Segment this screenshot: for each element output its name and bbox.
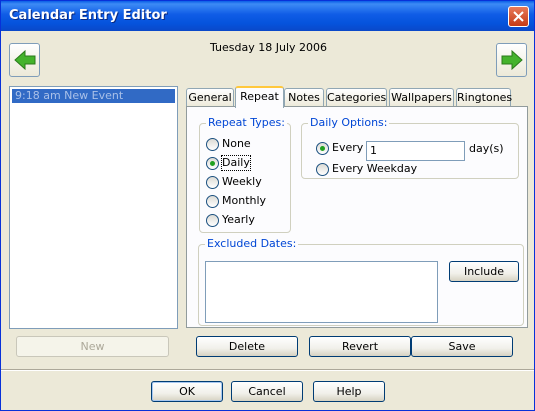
close-button[interactable]	[508, 6, 529, 27]
tab-categories[interactable]: Categories	[326, 88, 387, 107]
radio-none-label: None	[222, 137, 251, 150]
excluded-dates-list[interactable]	[205, 261, 438, 323]
radio-weekly-label: Weekly	[222, 175, 262, 188]
new-button[interactable]: New	[16, 336, 169, 357]
daily-options-group: Daily Options: Every 1 day(s) Every Week…	[301, 116, 519, 179]
tab-general[interactable]: General	[186, 88, 234, 107]
radio-yearly-label: Yearly	[222, 213, 255, 226]
tab-ringtones[interactable]: Ringtones	[456, 88, 512, 107]
help-button[interactable]: Help	[313, 381, 385, 402]
calendar-entry-editor-window: Calendar Entry Editor Tuesday 18 July 20…	[0, 0, 535, 411]
radio-yearly-circle	[206, 214, 219, 227]
radio-selected-dot	[210, 161, 215, 166]
daily-options-title: Daily Options:	[308, 116, 390, 129]
close-icon	[513, 11, 524, 22]
arrow-right-icon	[501, 49, 523, 71]
radio-none-circle	[206, 138, 219, 151]
title-bar[interactable]: Calendar Entry Editor	[1, 1, 534, 31]
list-item[interactable]: 9:18 am New Event	[12, 89, 175, 103]
every-days-input[interactable]: 1	[366, 141, 465, 161]
window-title: Calendar Entry Editor	[9, 8, 167, 23]
revert-button[interactable]: Revert	[309, 336, 411, 357]
tab-wallpapers[interactable]: Wallpapers	[389, 88, 454, 107]
ok-button[interactable]: OK	[151, 381, 223, 402]
separator	[1, 369, 534, 371]
radio-every-label: Every	[332, 141, 364, 154]
radio-weekly-circle	[206, 176, 219, 189]
excluded-dates-title: Excluded Dates:	[205, 237, 299, 250]
radio-daily-circle	[206, 157, 219, 170]
radio-every-weekday-label: Every Weekday	[332, 162, 418, 175]
excluded-dates-group: Excluded Dates: Include	[198, 237, 524, 326]
radio-selected-dot	[320, 146, 325, 151]
radio-monthly-label: Monthly	[222, 194, 267, 207]
radio-daily-label: Daily	[221, 155, 251, 171]
days-unit-label: day(s)	[469, 142, 504, 155]
event-list[interactable]: 9:18 am New Event	[9, 86, 178, 329]
tab-notes[interactable]: Notes	[284, 88, 324, 107]
repeat-types-title: Repeat Types:	[206, 116, 287, 129]
save-button[interactable]: Save	[411, 336, 513, 357]
tab-repeat[interactable]: Repeat	[235, 86, 284, 108]
radio-monthly-circle	[206, 195, 219, 208]
current-date: Tuesday 18 July 2006	[209, 41, 327, 54]
radio-every-weekday-circle	[316, 163, 329, 176]
repeat-tab-panel: Repeat Types: None Daily Weekly Monthly …	[186, 106, 528, 328]
cancel-button[interactable]: Cancel	[231, 381, 303, 402]
include-button[interactable]: Include	[449, 261, 519, 282]
repeat-types-group: Repeat Types: None Daily Weekly Monthly …	[199, 116, 291, 233]
delete-button[interactable]: Delete	[196, 336, 298, 357]
radio-every-circle	[316, 142, 329, 155]
next-day-button[interactable]	[496, 43, 527, 77]
